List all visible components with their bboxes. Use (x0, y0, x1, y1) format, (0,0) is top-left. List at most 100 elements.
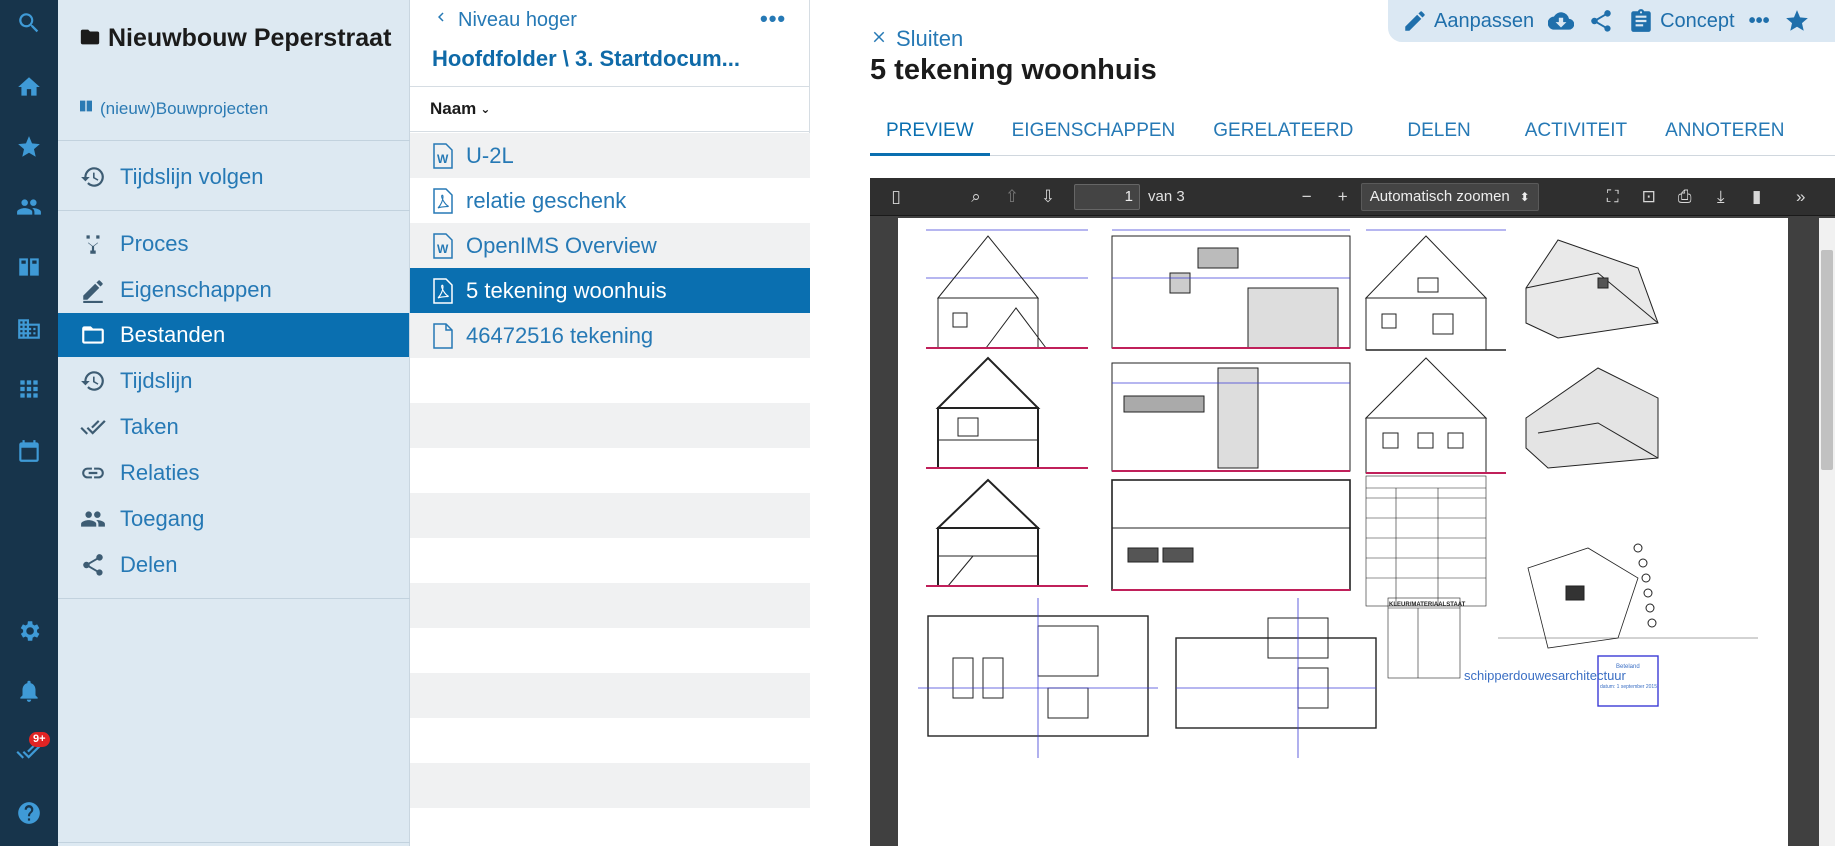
pdf-viewer: ▯ ⌕ ⇧ ⇩ 1 van 3 − + Automatisch zoomen ⛶… (870, 178, 1835, 846)
calendar-icon[interactable] (0, 428, 58, 474)
tab-activiteit[interactable]: ACTIVITEIT (1509, 112, 1643, 156)
share-icon (1591, 10, 1611, 32)
tools-icon[interactable]: » (1783, 187, 1819, 207)
pdf-page: KLEUR/MATERIAALSTAAT schipperdouwesarchi… (898, 218, 1788, 846)
star-icon[interactable] (0, 124, 58, 170)
download-icon[interactable]: ⤓ (1703, 187, 1739, 207)
nav-item-tijdslijn[interactable]: Tijdslijn (58, 359, 409, 403)
tab-preview[interactable]: PREVIEW (870, 112, 990, 156)
status-label: Concept (1660, 9, 1735, 32)
nav-item-label: Delen (120, 552, 178, 577)
document-detail-panel: Aanpassen Concept ••• Sluiten 5 tekening… (810, 0, 1835, 846)
tab-eigenschappen[interactable]: EIGENSCHAPPEN (996, 112, 1192, 156)
zoom-select[interactable]: Automatisch zoomen (1360, 182, 1539, 211)
nav-item-eigenschappen[interactable]: Eigenschappen (58, 268, 409, 312)
tab-gerelateerd[interactable]: GERELATEERD (1197, 112, 1369, 156)
document-title: 5 tekening woonhuis (870, 54, 1157, 86)
history-icon (81, 371, 104, 391)
column-header-label: Naam (430, 99, 477, 118)
edit-label: Aanpassen (1434, 9, 1535, 32)
nav-item-taken[interactable]: Taken (58, 405, 409, 449)
parent-folder-label: Niveau hoger (458, 8, 577, 31)
page-number-input[interactable]: 1 (1074, 183, 1140, 210)
empty-row (410, 763, 810, 808)
tab-delen[interactable]: DELEN (1391, 112, 1486, 156)
nav-item-label: Taken (120, 414, 179, 439)
presentation-mode-icon[interactable]: ⛶ (1595, 187, 1631, 207)
material-table-title: KLEUR/MATERIAALSTAAT (1389, 602, 1466, 608)
search-icon[interactable] (0, 0, 58, 46)
file-row[interactable]: W OpenIMS Overview (410, 223, 810, 268)
scrollbar-thumb[interactable] (1821, 250, 1833, 470)
file-row[interactable]: 46472516 tekening (410, 313, 810, 358)
close-button[interactable]: Sluiten (870, 26, 963, 52)
nav-item-toegang[interactable]: Toegang (58, 497, 409, 541)
tasks-icon[interactable]: 9+ (0, 728, 58, 774)
render-3d-2-drawing (1525, 367, 1659, 469)
more-icon: ••• (1748, 9, 1770, 32)
folder-icon (78, 24, 102, 56)
file-name: 5 tekening woonhuis (466, 277, 667, 303)
nav-item-bestanden[interactable]: Bestanden (58, 313, 409, 357)
side-elevation-2-drawing (1111, 362, 1351, 472)
svg-text:W: W (437, 242, 449, 256)
apps-icon[interactable] (0, 366, 58, 412)
file-icon (433, 322, 453, 349)
book-icon[interactable] (0, 244, 58, 290)
history-icon (81, 167, 104, 187)
next-page-icon[interactable]: ⇩ (1030, 187, 1066, 207)
find-icon[interactable]: ⌕ (958, 187, 994, 207)
nav-item-proces[interactable]: Proces (58, 222, 409, 266)
tab-annoteren[interactable]: ANNOTEREN (1649, 112, 1800, 156)
render-3d-drawing (1525, 239, 1659, 339)
more-options-button[interactable]: ••• (1749, 10, 1770, 33)
file-name: relatie geschenk (466, 187, 627, 213)
project-category-label: (nieuw)Bouwprojecten (100, 98, 269, 118)
folder-path: Hoofdfolder \ 3. Startdocum... (432, 46, 741, 71)
nav-item-label: Toegang (120, 506, 205, 531)
home-icon[interactable] (0, 64, 58, 110)
nav-item-delen[interactable]: Delen (58, 543, 409, 587)
sidebar-toggle-icon[interactable]: ▯ (878, 187, 914, 207)
nav-item-label: Proces (120, 231, 189, 256)
help-icon[interactable] (0, 790, 58, 836)
download-button[interactable] (1548, 8, 1575, 34)
pdf-file-icon (433, 277, 453, 304)
previous-page-icon[interactable]: ⇧ (994, 187, 1030, 207)
edit-button[interactable]: Aanpassen (1402, 8, 1534, 34)
parent-folder-link[interactable]: Niveau hoger (432, 8, 577, 32)
share-button[interactable] (1588, 8, 1614, 34)
project-category-link[interactable]: (nieuw)Bouwprojecten (78, 98, 268, 119)
nav-item-label: Tijdslijn (120, 368, 193, 393)
gear-icon[interactable] (0, 608, 58, 654)
follow-timeline-button[interactable]: Tijdslijn volgen (58, 155, 409, 199)
people-icon[interactable] (0, 184, 58, 230)
process-icon (86, 235, 100, 254)
bell-icon[interactable] (0, 668, 58, 714)
book-icon (78, 98, 94, 119)
nav-item-relaties[interactable]: Relaties (58, 451, 409, 495)
clipboard-icon (1631, 9, 1651, 32)
divider (58, 140, 410, 141)
empty-row (410, 583, 810, 628)
zoom-in-icon[interactable]: + (1325, 187, 1361, 207)
print-icon[interactable]: ⎙ (1667, 187, 1703, 207)
project-title-text: Nieuwbouw Peperstraat (108, 24, 392, 52)
status-button[interactable]: Concept (1628, 8, 1735, 34)
word-file-icon: W (433, 142, 453, 169)
zoom-out-icon[interactable]: − (1289, 187, 1325, 207)
file-row[interactable]: W U-2L (410, 133, 810, 178)
favorite-button[interactable] (1784, 8, 1810, 34)
architect-name: schipperdouwesarchitectuur (1464, 668, 1627, 683)
empty-row (410, 358, 810, 403)
empty-row (410, 448, 810, 493)
pdf-scrollbar[interactable] (1819, 218, 1835, 846)
building-icon[interactable] (0, 306, 58, 352)
open-file-icon[interactable]: ⊡ (1631, 187, 1667, 207)
file-name: OpenIMS Overview (466, 232, 657, 258)
column-header-name[interactable]: Naam ⌄ (410, 86, 810, 132)
more-options-button[interactable]: ••• (760, 6, 786, 32)
file-row[interactable]: relatie geschenk (410, 178, 810, 223)
file-row-selected[interactable]: 5 tekening woonhuis (410, 268, 810, 313)
bookmark-icon[interactable]: ▮ (1739, 187, 1775, 207)
